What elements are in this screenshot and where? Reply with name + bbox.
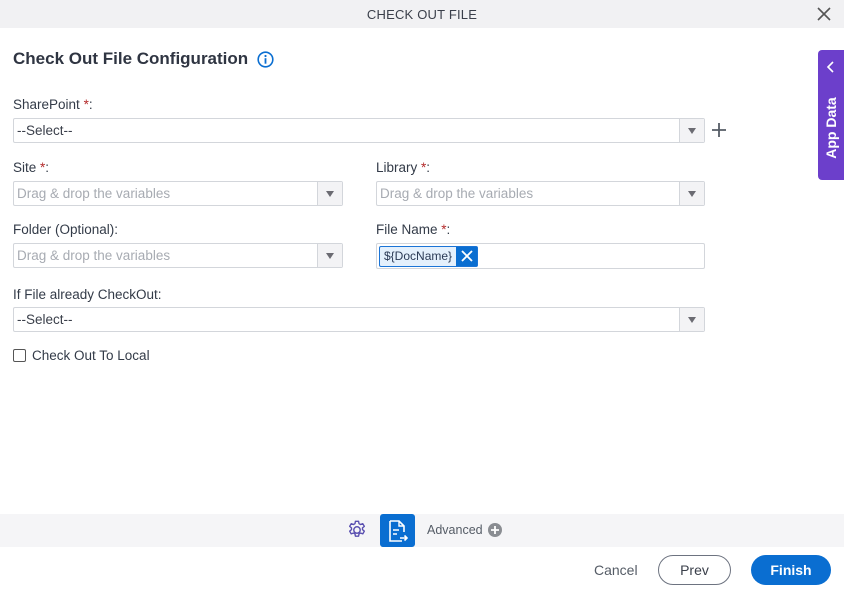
info-button[interactable]	[257, 50, 274, 68]
sharepoint-select-value: --Select--	[17, 123, 73, 138]
plus-circle-icon	[487, 523, 502, 537]
folder-label: Folder (Optional):	[13, 222, 119, 237]
sharepoint-label: SharePoint *:	[13, 97, 93, 112]
variable-chip: ${DocName}	[379, 245, 479, 267]
check-out-to-local-checkbox[interactable]	[13, 349, 26, 362]
folder-dropdown-button[interactable]	[317, 244, 342, 267]
folder-placeholder: Drag & drop the variables	[17, 248, 171, 263]
if-checked-out-label: If File already CheckOut:	[13, 287, 162, 302]
app-data-label: App Data	[823, 97, 839, 159]
prev-button[interactable]: Prev	[658, 555, 731, 585]
chevron-left-icon	[826, 61, 834, 73]
site-placeholder: Drag & drop the variables	[17, 186, 171, 201]
folder-input[interactable]: Drag & drop the variables	[13, 243, 343, 268]
if-checked-out-dropdown-button[interactable]	[679, 308, 704, 331]
sharepoint-dropdown-button[interactable]	[679, 119, 704, 142]
chevron-down-icon	[688, 316, 696, 323]
app-data-panel-toggle[interactable]: App Data	[818, 50, 844, 180]
if-checked-out-value: --Select--	[17, 312, 73, 327]
close-icon	[460, 250, 473, 262]
sharepoint-select[interactable]: --Select--	[13, 118, 705, 143]
file-name-input[interactable]: ${DocName}	[376, 243, 705, 269]
if-checked-out-select[interactable]: --Select--	[13, 307, 705, 332]
advanced-button[interactable]: Advanced	[427, 523, 502, 537]
finish-button[interactable]: Finish	[751, 555, 831, 585]
checkout-file-step-button[interactable]	[380, 514, 415, 547]
library-dropdown-button[interactable]	[679, 182, 704, 205]
info-icon	[257, 50, 274, 68]
cancel-button[interactable]: Cancel	[594, 562, 638, 578]
remove-chip-button[interactable]	[456, 246, 478, 266]
close-button[interactable]	[814, 4, 834, 24]
close-icon	[817, 7, 831, 21]
site-label: Site *:	[13, 160, 50, 175]
page-heading: Check Out File Configuration	[13, 49, 274, 69]
gear-icon	[348, 520, 366, 537]
chevron-down-icon	[688, 127, 696, 134]
library-input[interactable]: Drag & drop the variables	[376, 181, 705, 206]
variable-chip-text: ${DocName}	[384, 249, 453, 263]
site-dropdown-button[interactable]	[317, 182, 342, 205]
file-name-label: File Name *:	[376, 222, 451, 237]
library-label: Library *:	[376, 160, 431, 175]
settings-button[interactable]	[346, 519, 368, 541]
plus-icon	[712, 123, 726, 137]
chevron-down-icon	[326, 252, 334, 259]
page-title: Check Out File Configuration	[13, 49, 249, 68]
chevron-down-icon	[688, 190, 696, 197]
document-export-icon	[388, 519, 408, 542]
advanced-label: Advanced	[427, 523, 483, 537]
site-input[interactable]: Drag & drop the variables	[13, 181, 343, 206]
dialog-title: CHECK OUT FILE	[366, 6, 478, 22]
bottom-toolbar	[0, 514, 844, 547]
chevron-down-icon	[326, 190, 334, 197]
library-placeholder: Drag & drop the variables	[380, 186, 534, 201]
check-out-to-local-label[interactable]: Check Out To Local	[32, 348, 150, 363]
dialog-titlebar: CHECK OUT FILE	[0, 0, 844, 28]
add-sharepoint-button[interactable]	[710, 121, 728, 139]
check-out-to-local-row: Check Out To Local	[13, 348, 150, 363]
